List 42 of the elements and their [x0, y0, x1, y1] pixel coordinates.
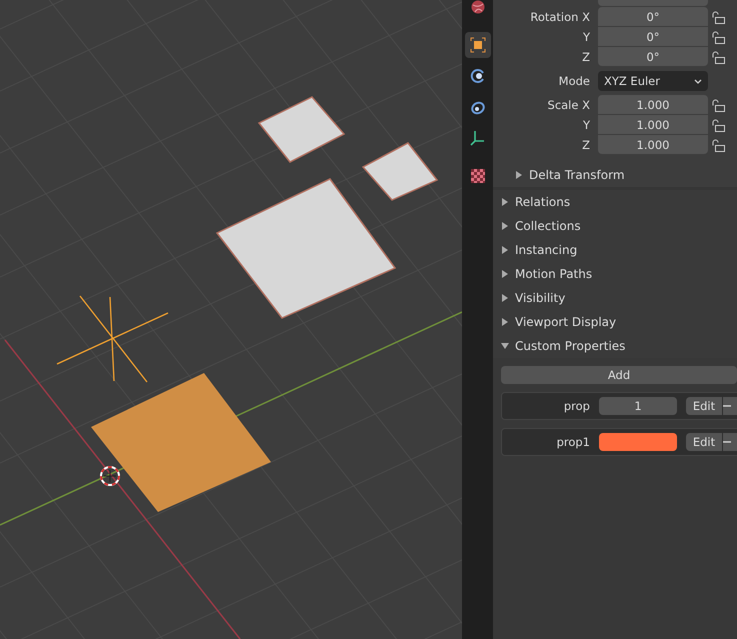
- physics-orbit-icon: [470, 68, 486, 84]
- field-label: Scale X: [546, 98, 591, 112]
- field-edge[interactable]: [598, 0, 708, 6]
- number-field[interactable]: 1: [599, 397, 677, 415]
- property-name: prop: [562, 399, 591, 413]
- add-button[interactable]: Add: [501, 366, 737, 384]
- property-name: prop1: [556, 435, 591, 449]
- chevron-down-icon: [694, 78, 702, 84]
- open-lock-icon[interactable]: [712, 138, 725, 152]
- number-field[interactable]: 1.000: [598, 95, 708, 114]
- globe-icon: [470, 0, 486, 15]
- open-lock-icon[interactable]: [712, 10, 725, 24]
- 3d-cursor-icon: [100, 466, 120, 486]
- field-label: Z: [581, 50, 591, 64]
- open-lock-icon[interactable]: [712, 50, 725, 64]
- field-label: Mode: [558, 74, 591, 88]
- color-swatch[interactable]: [599, 433, 677, 451]
- object-square-icon: [470, 37, 486, 53]
- number-field[interactable]: 0°: [598, 27, 708, 46]
- checker-icon: [470, 168, 486, 184]
- number-field[interactable]: 1.000: [598, 135, 708, 154]
- axes-icon: [470, 130, 486, 146]
- number-field[interactable]: 0°: [598, 7, 708, 26]
- field-label: Y: [582, 118, 591, 132]
- field-label: Y: [582, 30, 591, 44]
- edit-button[interactable]: Edit: [686, 397, 722, 415]
- empty-object-icon: [56, 296, 168, 382]
- open-lock-icon[interactable]: [712, 30, 725, 44]
- open-lock-icon[interactable]: [712, 98, 725, 112]
- open-lock-icon[interactable]: [712, 118, 725, 132]
- properties-tab[interactable]: [464, 32, 490, 58]
- field-label: Rotation X: [529, 10, 591, 24]
- mode-dropdown[interactable]: XYZ Euler: [598, 71, 708, 91]
- minus-icon: [723, 405, 731, 407]
- field-label: Z: [581, 138, 591, 152]
- remove-button[interactable]: [723, 397, 737, 415]
- number-field[interactable]: 1.000: [598, 115, 708, 134]
- remove-button[interactable]: [723, 433, 737, 451]
- minus-icon: [723, 441, 731, 443]
- orbit-ring-icon: [470, 99, 486, 115]
- number-field[interactable]: 0°: [598, 47, 708, 66]
- edit-button[interactable]: Edit: [686, 433, 722, 451]
